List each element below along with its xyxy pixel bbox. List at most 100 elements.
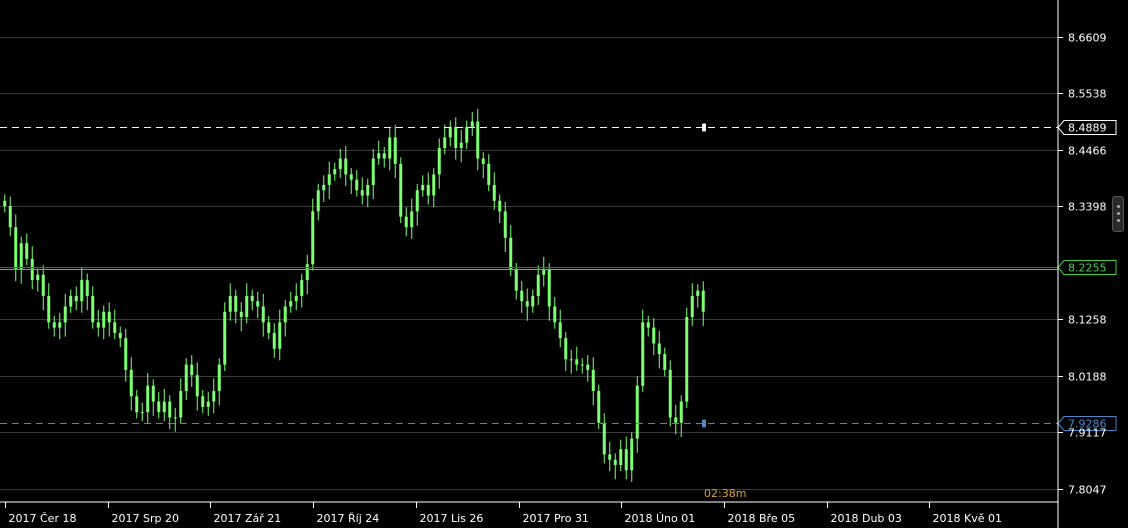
candle-body <box>597 391 601 423</box>
candle-body <box>415 190 419 212</box>
candle-body <box>371 158 375 185</box>
candle-body <box>492 184 496 201</box>
candle-body <box>608 454 612 460</box>
candle-body <box>294 295 298 302</box>
candle-body <box>509 237 513 270</box>
candle-body <box>366 184 370 196</box>
candle-body <box>223 311 227 365</box>
candle-body <box>289 301 293 307</box>
candle-body <box>355 179 359 191</box>
candle-body <box>250 295 254 302</box>
scroll-handle[interactable] <box>1112 196 1124 232</box>
candle-body <box>410 211 414 228</box>
candle-body <box>261 306 265 323</box>
candle-body <box>536 274 540 296</box>
candle-body <box>245 295 249 318</box>
candle-body <box>118 332 122 339</box>
x-tick-label: 2018 Bře 05 <box>728 512 796 525</box>
candle-body <box>481 158 485 164</box>
candle-body <box>399 163 403 217</box>
candle-body <box>283 306 287 323</box>
y-tick-label: 8.6609 <box>1068 32 1107 45</box>
candle-body <box>74 295 78 302</box>
candle-body <box>448 126 452 138</box>
candle-body <box>52 322 56 328</box>
candle-body <box>47 295 51 323</box>
candle-body <box>36 274 40 281</box>
candle-body <box>432 174 436 196</box>
candle-body <box>624 449 628 471</box>
candle-body <box>377 153 381 159</box>
candle-body <box>168 401 172 418</box>
candle-body <box>333 169 337 175</box>
candle-body <box>553 306 557 323</box>
candle-body <box>613 459 617 466</box>
candle-body <box>184 364 188 392</box>
line-handle-icon <box>702 123 706 132</box>
y-tick-label: 8.0188 <box>1068 371 1107 384</box>
candle-body <box>96 322 100 328</box>
candle-body <box>696 290 700 296</box>
candle-body <box>316 190 320 212</box>
candle-body <box>679 401 683 423</box>
candle-body <box>360 190 364 196</box>
candle-body <box>503 211 507 238</box>
candle-body <box>542 269 546 275</box>
candle-body <box>487 163 491 185</box>
candle-body <box>470 121 474 127</box>
candle-body <box>525 301 529 307</box>
candle-body <box>63 306 67 323</box>
candle-body <box>454 126 458 148</box>
candle-body <box>80 280 84 302</box>
candle-body <box>190 364 194 376</box>
candle-body <box>256 301 260 307</box>
candle-body <box>437 147 441 175</box>
bar-timer: 02:38m <box>704 487 746 500</box>
y-tick-label: 8.5538 <box>1068 88 1107 101</box>
candle-body <box>520 290 524 302</box>
y-tick-label: 8.3398 <box>1068 201 1107 214</box>
price-chart[interactable]: 8.48898.22557.9286 8.66098.55388.44668.3… <box>0 0 1128 528</box>
y-tick-label: 7.8047 <box>1068 484 1107 497</box>
candle-body <box>311 211 315 265</box>
x-tick-label: 2018 Dub 03 <box>831 512 902 525</box>
x-tick-label: 2017 Lis 26 <box>420 512 484 525</box>
candle-body <box>514 269 518 291</box>
candle-body <box>151 385 155 402</box>
candle-body <box>179 391 183 418</box>
candle-body <box>201 396 205 407</box>
x-tick-label: 2017 Čer 18 <box>9 512 77 525</box>
candle-body <box>19 243 23 270</box>
candle-body <box>217 364 221 392</box>
candle-body <box>206 401 210 407</box>
candle-body <box>635 385 639 439</box>
candle-body <box>382 153 386 159</box>
candle-body <box>173 417 177 419</box>
candle-body <box>140 412 144 414</box>
candle-body <box>685 317 689 402</box>
candle-body <box>338 158 342 170</box>
candle-body <box>476 121 480 159</box>
candle-body <box>228 295 232 312</box>
candle-body <box>124 338 128 370</box>
candle-body <box>564 338 568 360</box>
candle-body <box>690 295 694 318</box>
y-tick-label: 8.1258 <box>1068 314 1107 327</box>
candle-series <box>3 108 705 482</box>
candle-body <box>652 327 656 344</box>
candle-body <box>14 227 18 270</box>
candle-body <box>630 438 634 471</box>
y-tick-label: 8.4466 <box>1068 145 1107 158</box>
candle-body <box>459 142 463 148</box>
candle-body <box>393 137 397 164</box>
candle-body <box>586 364 590 370</box>
x-tick-label: 2017 Pro 31 <box>523 512 589 525</box>
candle-body <box>58 322 62 328</box>
candle-body <box>663 354 667 370</box>
price-label: 8.4889 <box>1068 122 1107 135</box>
candle-body <box>102 311 106 328</box>
candle-body <box>404 216 408 228</box>
candle-body <box>619 449 623 466</box>
candle-body <box>146 385 150 413</box>
candle-body <box>69 295 73 307</box>
